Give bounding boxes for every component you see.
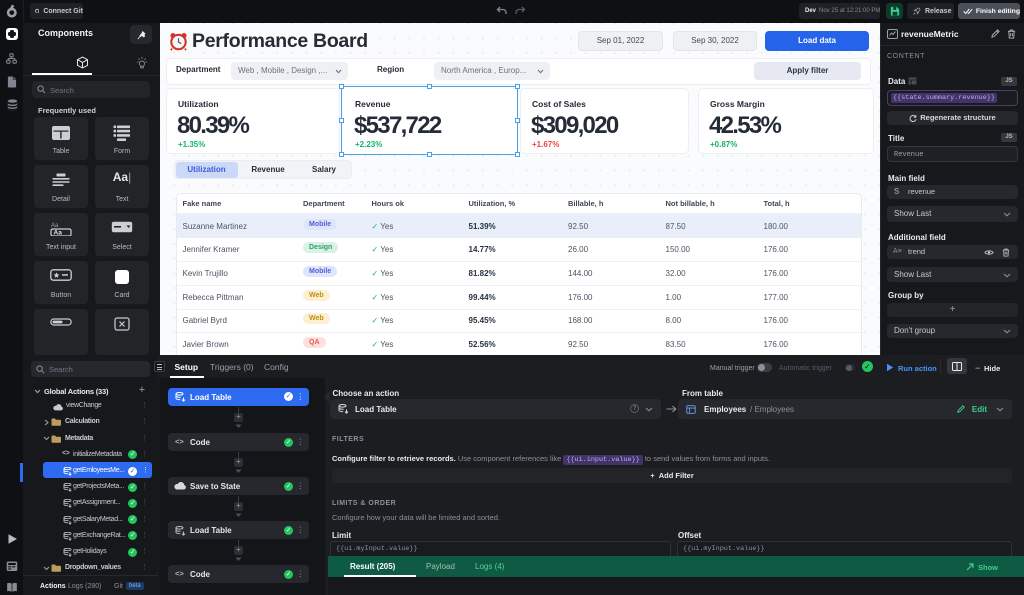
svg-text:Aa: Aa	[51, 223, 59, 229]
svg-text:Aa: Aa	[54, 230, 63, 236]
